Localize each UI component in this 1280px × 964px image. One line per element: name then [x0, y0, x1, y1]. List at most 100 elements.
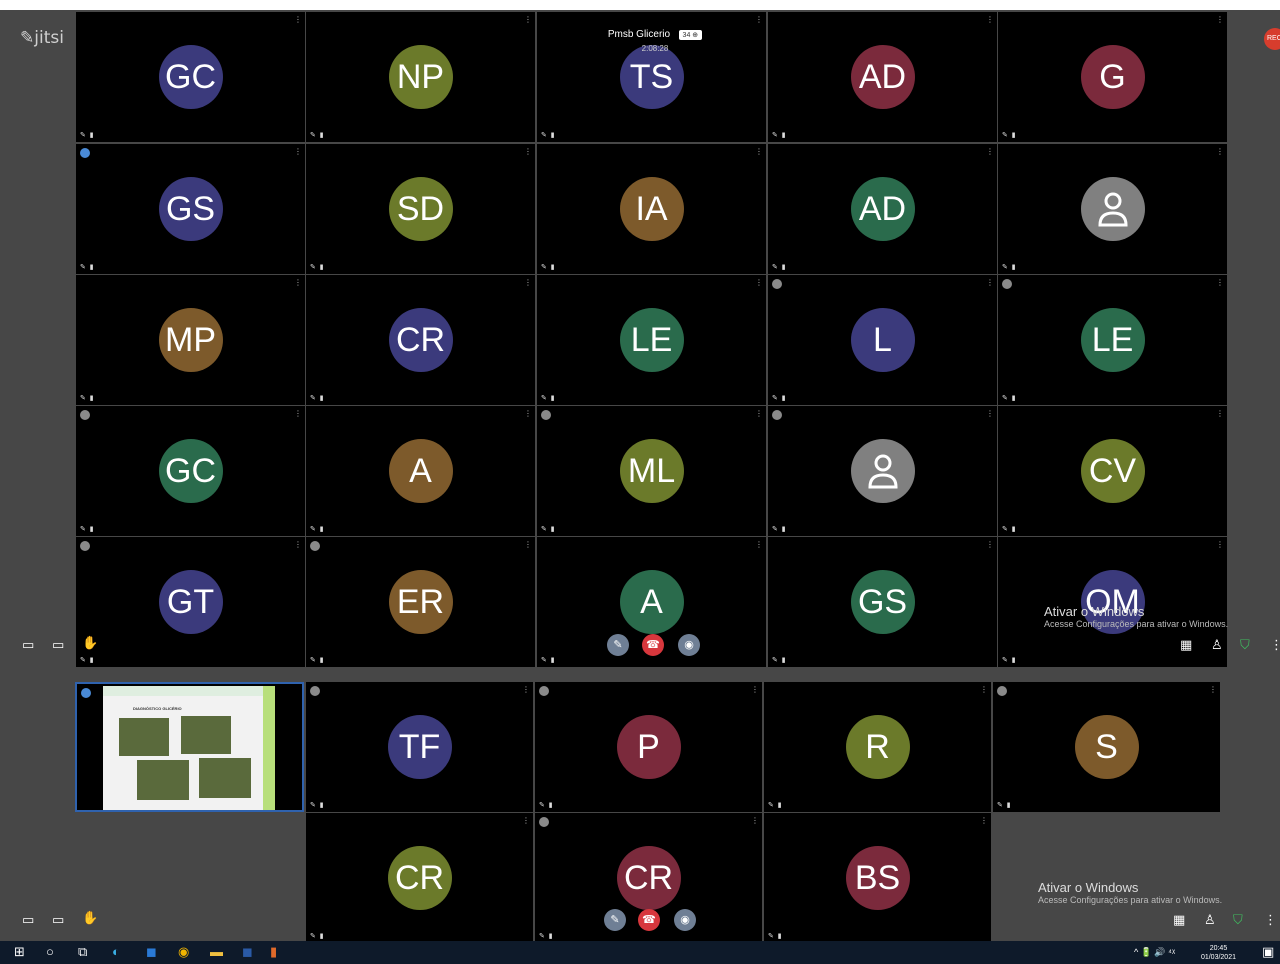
file-explorer-icon[interactable]: ▬	[210, 944, 223, 959]
tile-menu-icon[interactable]: ⋮	[755, 15, 763, 24]
hangup-button-2[interactable]: ☎	[638, 909, 660, 931]
tile-menu-icon[interactable]: ⋮	[294, 15, 302, 24]
connection-icon: ✎ ▮	[310, 526, 325, 533]
meeting-name: Pmsb Glicerio	[607, 29, 671, 40]
tile-menu-icon[interactable]: ⋮	[980, 816, 988, 825]
tile-menu-icon[interactable]: ⋮	[1216, 540, 1224, 549]
chat-icon-2[interactable]: ▭	[22, 912, 34, 928]
bottom_grid-tile[interactable]: S ⋮ ✎ ▮	[993, 682, 1220, 812]
top_grid-tile[interactable]: L ⋮ ✎ ▮	[768, 275, 997, 405]
participants-icon[interactable]: ♙	[1211, 637, 1223, 653]
system-tray[interactable]: ^ 🔋 🔊 ⁴ᵡ	[1134, 947, 1175, 958]
tile-menu-icon[interactable]: ⋮	[294, 540, 302, 549]
outlook-icon[interactable]: ◼	[146, 944, 157, 960]
top_grid-tile[interactable]: G ⋮ ✎ ▮	[998, 12, 1227, 142]
top_grid-tile[interactable]: ER ⋮ ✎ ▮	[306, 537, 535, 667]
mute-button[interactable]: ✎	[607, 634, 629, 656]
bottom_grid-tile[interactable]: CR ⋮ ✎ ▮	[306, 813, 533, 943]
top_grid-tile[interactable]: NP ⋮ ✎ ▮	[306, 12, 535, 142]
notifications-icon[interactable]: ▣	[1262, 944, 1274, 960]
camera-button-2[interactable]: ◉	[674, 909, 696, 931]
participant-avatar: CR	[388, 308, 453, 372]
participants-icon-2[interactable]: ♙	[1204, 912, 1216, 928]
chat-icon[interactable]: ▭	[22, 637, 34, 653]
tile-menu-icon[interactable]: ⋮	[751, 816, 759, 825]
security-icon[interactable]: ⛉	[1240, 637, 1250, 653]
screen-share-tile[interactable]: DIAGNÓSTICO GLICÉRIO	[75, 682, 304, 812]
top_grid-tile[interactable]: GS ⋮ ✎ ▮	[76, 144, 305, 274]
security-icon-2[interactable]: ⛉	[1233, 912, 1243, 928]
tile-menu-icon[interactable]: ⋮	[1216, 409, 1224, 418]
tile-menu-icon[interactable]: ⋮	[1216, 278, 1224, 287]
tile-menu-icon[interactable]: ⋮	[980, 685, 988, 694]
bottom_grid-tile[interactable]: TF ⋮ ✎ ▮	[306, 682, 533, 812]
mute-button-2[interactable]: ✎	[604, 909, 626, 931]
top_grid-tile[interactable]: ⋮ ✎ ▮	[998, 144, 1227, 274]
top_grid-tile[interactable]: GC ⋮ ✎ ▮	[76, 12, 305, 142]
top_grid-tile[interactable]: SD ⋮ ✎ ▮	[306, 144, 535, 274]
top_grid-tile[interactable]: CV ⋮ ✎ ▮	[998, 406, 1227, 536]
tile-menu-icon[interactable]: ⋮	[1216, 147, 1224, 156]
participant-count[interactable]: 34 ⊕	[678, 30, 703, 40]
top_grid-tile[interactable]: ML ⋮ ✎ ▮	[537, 406, 766, 536]
top_grid-tile[interactable]: MP ⋮ ✎ ▮	[76, 275, 305, 405]
tile-view-icon[interactable]: ▦	[1180, 637, 1192, 653]
tile-menu-icon[interactable]: ⋮	[522, 685, 530, 694]
tile-menu-icon[interactable]: ⋮	[294, 278, 302, 287]
tile-menu-icon[interactable]: ⋮	[294, 409, 302, 418]
top_grid-tile[interactable]: AD ⋮ ✎ ▮	[768, 12, 997, 142]
top_grid-tile[interactable]: GS ⋮ ✎ ▮	[768, 537, 997, 667]
tile-menu-icon[interactable]: ⋮	[1209, 685, 1217, 694]
tile-menu-icon[interactable]: ⋮	[986, 409, 994, 418]
top_grid-tile[interactable]: ⋮ ✎ ▮	[768, 406, 997, 536]
tile-menu-icon[interactable]: ⋮	[294, 147, 302, 156]
top_grid-tile[interactable]: IA ⋮ ✎ ▮	[537, 144, 766, 274]
edge-icon[interactable]: ◐	[112, 944, 120, 959]
connection-icon: ✎ ▮	[539, 933, 554, 940]
top_grid-tile[interactable]: AD ⋮ ✎ ▮	[768, 144, 997, 274]
task-view-icon[interactable]: ⧉	[78, 944, 87, 960]
tile-menu-icon[interactable]: ⋮	[755, 409, 763, 418]
top_grid-tile[interactable]: GC ⋮ ✎ ▮	[76, 406, 305, 536]
connection-icon: ✎ ▮	[541, 264, 556, 271]
search-icon[interactable]: ○	[46, 944, 54, 959]
tile-menu-icon[interactable]: ⋮	[524, 147, 532, 156]
tile-menu-icon[interactable]: ⋮	[524, 278, 532, 287]
top_grid-tile[interactable]: LE ⋮ ✎ ▮	[537, 275, 766, 405]
tile-menu-icon[interactable]: ⋮	[986, 278, 994, 287]
top_grid-tile[interactable]: CR ⋮ ✎ ▮	[306, 275, 535, 405]
bottom_grid-tile[interactable]: R ⋮ ✎ ▮	[764, 682, 991, 812]
tile-menu-icon[interactable]: ⋮	[1216, 15, 1224, 24]
chrome-icon[interactable]: ◉	[178, 944, 189, 960]
tile-menu-icon[interactable]: ⋮	[524, 15, 532, 24]
tile-menu-icon[interactable]: ⋮	[524, 540, 532, 549]
word-icon[interactable]: ◼	[242, 944, 253, 960]
top_grid-tile[interactable]: LE ⋮ ✎ ▮	[998, 275, 1227, 405]
tile-view-icon-2[interactable]: ▦	[1173, 912, 1185, 928]
camera-button[interactable]: ◉	[678, 634, 700, 656]
raise-hand-icon-2[interactable]: ✋	[82, 910, 98, 926]
bottom_grid-tile[interactable]: P ⋮ ✎ ▮	[535, 682, 762, 812]
tile-menu-icon[interactable]: ⋮	[986, 540, 994, 549]
more-icon-2[interactable]: ⋮	[1264, 912, 1277, 928]
tile-menu-icon[interactable]: ⋮	[522, 816, 530, 825]
top_grid-tile[interactable]: GT ⋮ ✎ ▮	[76, 537, 305, 667]
status-badge-icon	[80, 410, 90, 420]
app-icon[interactable]: ▮	[270, 944, 277, 960]
tile-menu-icon[interactable]: ⋮	[755, 540, 763, 549]
screen-share-icon[interactable]: ▭	[52, 637, 64, 653]
screen-share-icon-2[interactable]: ▭	[52, 912, 64, 928]
more-icon[interactable]: ⋮	[1270, 637, 1280, 653]
top_grid-tile[interactable]: A ⋮ ✎ ▮	[306, 406, 535, 536]
tile-menu-icon[interactable]: ⋮	[755, 147, 763, 156]
tile-menu-icon[interactable]: ⋮	[524, 409, 532, 418]
start-icon[interactable]: ⊞	[14, 944, 25, 960]
tile-menu-icon[interactable]: ⋮	[751, 685, 759, 694]
raise-hand-icon[interactable]: ✋	[82, 635, 98, 651]
hangup-button[interactable]: ☎	[642, 634, 664, 656]
tile-menu-icon[interactable]: ⋮	[986, 15, 994, 24]
tile-menu-icon[interactable]: ⋮	[986, 147, 994, 156]
tile-menu-icon[interactable]: ⋮	[755, 278, 763, 287]
bottom_grid-tile[interactable]: BS ⋮ ✎ ▮	[764, 813, 991, 943]
top_grid-tile[interactable]: OM ⋮ ✎ ▮	[998, 537, 1227, 667]
